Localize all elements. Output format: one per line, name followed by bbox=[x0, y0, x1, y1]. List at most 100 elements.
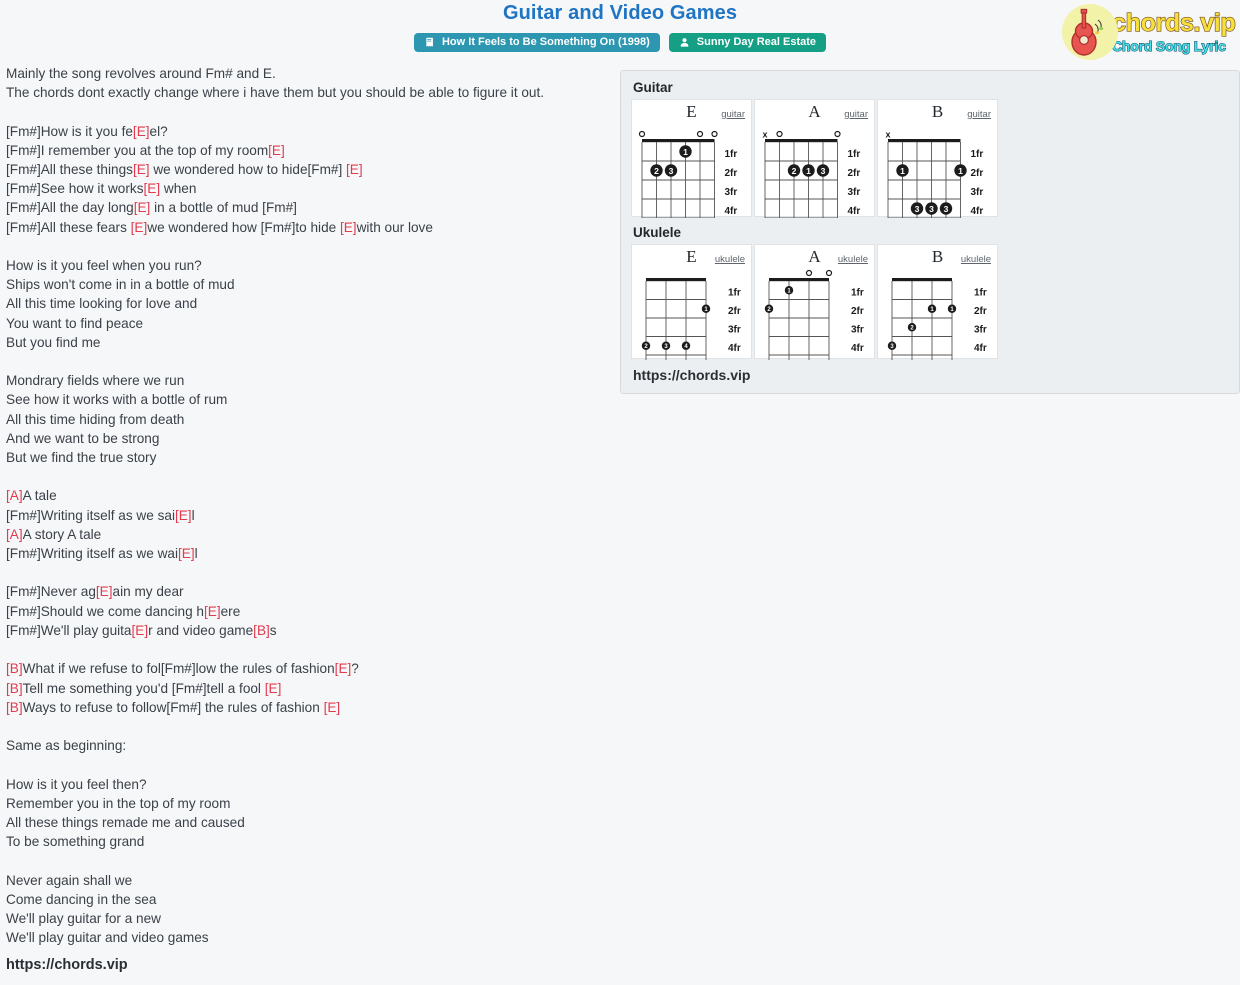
lyric-text: [Fm#]I remember you at the top of my roo… bbox=[6, 142, 269, 158]
guitar-icon bbox=[1062, 4, 1118, 60]
chord-token[interactable]: [E] bbox=[340, 220, 357, 235]
lyric-text: You want to find peace bbox=[6, 315, 144, 331]
chord-token[interactable]: [E] bbox=[335, 661, 352, 676]
svg-text:2: 2 bbox=[654, 166, 659, 176]
lyric-text: ? bbox=[351, 661, 359, 677]
chord-token[interactable]: [B] bbox=[6, 661, 23, 676]
svg-text:4fr: 4fr bbox=[848, 206, 861, 217]
chord-card-a-ukulele[interactable]: Aukulele 1 2 1fr 2fr 3fr 4fr bbox=[754, 244, 875, 360]
lyric-text: But we find the true story bbox=[6, 450, 157, 466]
chord-card-e-ukulele[interactable]: Eukulele 1 2 3 4 1fr 2fr 3fr 4fr bbox=[631, 244, 752, 360]
svg-text:1fr: 1fr bbox=[728, 288, 741, 299]
chord-token[interactable]: [E] bbox=[175, 508, 192, 523]
svg-text:3fr: 3fr bbox=[974, 325, 987, 336]
lyric-line: [Fm#]I remember you at the top of my roo… bbox=[6, 141, 612, 160]
site-logo[interactable]: chords.vip Chord Song Lyric bbox=[1062, 4, 1240, 60]
artist-badge-label: Sunny Day Real Estate bbox=[696, 36, 817, 48]
lyric-line: All these things remade me and caused bbox=[6, 813, 612, 832]
lyric-text: How is it you feel when you run? bbox=[6, 258, 202, 274]
lyrics-body: Mainly the song revolves around Fm# and … bbox=[6, 64, 612, 947]
lyric-text: Come dancing in the sea bbox=[6, 891, 157, 907]
lyric-text: [Fm#]All the day long bbox=[6, 200, 134, 216]
chord-card-e-guitar[interactable]: Eguitar 1 2 3 1fr 2fr 3fr 4fr bbox=[631, 99, 752, 218]
lyric-text: ain my dear bbox=[112, 584, 184, 600]
svg-text:1fr: 1fr bbox=[848, 149, 861, 160]
footer-url[interactable]: https://chords.vip bbox=[6, 957, 128, 973]
svg-text:2: 2 bbox=[792, 166, 797, 176]
chord-token[interactable]: [E] bbox=[324, 700, 341, 715]
chord-token[interactable]: [E] bbox=[131, 220, 148, 235]
svg-text:3fr: 3fr bbox=[728, 325, 741, 336]
lyric-line: How is it you feel then? bbox=[6, 775, 612, 794]
svg-text:2fr: 2fr bbox=[728, 306, 741, 317]
chord-diagram: 121fr2fr3fr4fr bbox=[764, 269, 864, 360]
chord-token[interactable]: [B] bbox=[253, 623, 270, 638]
chord-token[interactable]: [E] bbox=[204, 604, 221, 619]
user-icon bbox=[679, 37, 690, 48]
ukulele-chord-row: Eukulele 1 2 3 4 1fr 2fr 3fr 4fr Aukulele 1 2 1fr 2fr… bbox=[631, 244, 1229, 360]
lyric-text: What if we refuse to fol[Fm#]low the rul… bbox=[22, 661, 335, 677]
lyric-text: We'll play guitar for a new bbox=[6, 910, 161, 926]
chord-token[interactable]: [A] bbox=[6, 527, 23, 542]
chord-token[interactable]: [E] bbox=[132, 623, 149, 638]
chord-card-b-ukulele[interactable]: Bukulele 1 1 2 3 1fr 2fr 3fr 4fr bbox=[877, 244, 998, 360]
lyric-text: l bbox=[191, 507, 195, 523]
svg-text:4fr: 4fr bbox=[728, 343, 741, 354]
chord-token[interactable]: [E] bbox=[134, 200, 151, 215]
lyric-text: el? bbox=[149, 123, 168, 139]
logo-tagline: Chord Song Lyric bbox=[1111, 38, 1226, 54]
lyric-line: See how it works with a bottle of rum bbox=[6, 390, 612, 409]
svg-text:1fr: 1fr bbox=[974, 288, 987, 299]
lyric-text: ere bbox=[220, 603, 241, 619]
page-header: Guitar and Video Games How It Feels to B… bbox=[0, 0, 1240, 62]
lyric-line: [A]A tale bbox=[6, 486, 612, 505]
lyric-text: [Fm#]See how it works bbox=[6, 181, 144, 197]
artist-badge[interactable]: Sunny Day Real Estate bbox=[668, 33, 827, 52]
chord-token[interactable]: [E] bbox=[96, 584, 113, 599]
panel-url[interactable]: https://chords.vip bbox=[633, 367, 1229, 383]
lyric-text: [Fm#]All these things bbox=[6, 162, 133, 178]
lyric-line bbox=[6, 237, 612, 256]
chord-token[interactable]: [E] bbox=[346, 162, 363, 177]
lyric-line bbox=[6, 352, 612, 371]
lyric-line: All this time hiding from death bbox=[6, 410, 612, 429]
svg-text:1fr: 1fr bbox=[725, 149, 738, 160]
svg-text:3: 3 bbox=[915, 204, 920, 214]
chord-token[interactable]: [B] bbox=[6, 681, 23, 696]
lyric-text: [Fm#]Never ag bbox=[6, 584, 96, 600]
chord-token[interactable]: [E] bbox=[133, 124, 150, 139]
lyric-line: Remember you in the top of my room bbox=[6, 794, 612, 813]
lyric-line: [Fm#]Writing itself as we wai[E]l bbox=[6, 544, 612, 563]
chord-card-a-guitar[interactable]: Aguitar x 2 1 3 1fr 2fr 3fr 4fr bbox=[754, 99, 875, 218]
chord-token[interactable]: [E] bbox=[265, 681, 282, 696]
lyric-line: [B]Tell me something you'd [Fm#]tell a f… bbox=[6, 679, 612, 698]
lyric-text: l bbox=[194, 546, 198, 562]
logo-wordmark: chords.vip Chord Song Lyric bbox=[1111, 10, 1236, 54]
svg-text:4fr: 4fr bbox=[974, 343, 987, 354]
lyric-line: [Fm#]How is it you fe[E]el? bbox=[6, 122, 612, 141]
chord-diagram: x 2 1 3 1fr 2fr 3fr 4fr bbox=[762, 130, 861, 218]
lyric-line: We'll play guitar and video games bbox=[6, 928, 612, 947]
guitar-chord-row: Eguitar 1 2 3 1fr 2fr 3fr 4fr Aguitar x 2 1 3 1fr 2fr 3… bbox=[631, 99, 1229, 218]
lyric-text: But you find me bbox=[6, 334, 101, 350]
lyric-line: [Fm#]All the day long[E] in a bottle of … bbox=[6, 198, 612, 217]
svg-text:2fr: 2fr bbox=[725, 168, 738, 179]
svg-text:4fr: 4fr bbox=[725, 206, 738, 217]
album-badge[interactable]: How It Feels to Be Something On (1998) bbox=[413, 33, 660, 52]
chord-token[interactable]: [E] bbox=[133, 162, 150, 177]
chord-token[interactable]: [E] bbox=[144, 181, 161, 196]
chord-token[interactable]: [A] bbox=[6, 488, 23, 503]
chord-token[interactable]: [B] bbox=[6, 700, 23, 715]
chord-token[interactable]: [E] bbox=[178, 546, 195, 561]
lyric-line bbox=[6, 755, 612, 774]
lyric-text: [Fm#]Writing itself as we wai bbox=[6, 546, 178, 562]
lyric-line: All this time looking for love and bbox=[6, 294, 612, 313]
chord-card-b-guitar[interactable]: Bguitar x 1 1 3 3 3 1fr 2fr 3fr 4fr bbox=[877, 99, 998, 218]
chord-diagram: 1 1231fr2fr3fr4fr bbox=[887, 278, 987, 360]
svg-text:4fr: 4fr bbox=[851, 343, 864, 354]
lyric-line: [Fm#]See how it works[E] when bbox=[6, 179, 612, 198]
lyric-text: s bbox=[269, 622, 277, 638]
lyric-line: [B]What if we refuse to fol[Fm#]low the … bbox=[6, 659, 612, 678]
svg-text:3: 3 bbox=[944, 204, 949, 214]
chord-token[interactable]: [E] bbox=[268, 143, 285, 158]
